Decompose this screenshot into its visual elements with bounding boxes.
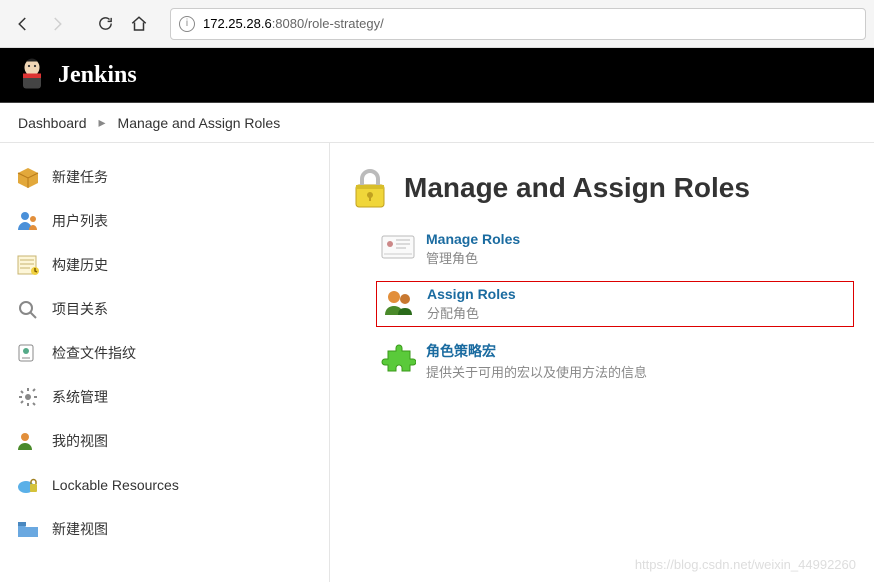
layout: 新建任务 用户列表 构建历史 项目关系 检查文件指纹 系统管理 我的视图 <box>0 143 874 582</box>
page-title: Manage and Assign Roles <box>404 172 750 204</box>
url-rest: :8080/role-strategy/ <box>272 16 384 31</box>
puzzle-icon <box>380 341 416 373</box>
sidebar-item-label: Lockable Resources <box>52 477 179 493</box>
url-host: 172.25.28.6 <box>203 16 272 31</box>
sidebar-item-build-history[interactable]: 构建历史 <box>16 243 313 287</box>
url-bar[interactable]: i 172.25.28.6:8080/role-strategy/ <box>170 8 866 40</box>
sidebar: 新建任务 用户列表 构建历史 项目关系 检查文件指纹 系统管理 我的视图 <box>0 143 330 582</box>
option-assign-roles[interactable]: Assign Roles 分配角色 <box>376 281 854 327</box>
fingerprint-icon <box>16 341 40 365</box>
option-link[interactable]: Assign Roles <box>427 286 516 302</box>
browser-toolbar: i 172.25.28.6:8080/role-strategy/ <box>0 0 874 48</box>
sidebar-item-fingerprint[interactable]: 检查文件指纹 <box>16 331 313 375</box>
back-button[interactable] <box>8 9 38 39</box>
sidebar-item-new-job[interactable]: 新建任务 <box>16 155 313 199</box>
option-desc: 提供关于可用的宏以及使用方法的信息 <box>426 362 647 381</box>
myview-icon <box>16 429 40 453</box>
people-icon <box>381 286 417 318</box>
sidebar-item-user-list[interactable]: 用户列表 <box>16 199 313 243</box>
brand-title[interactable]: Jenkins <box>58 62 137 89</box>
sidebar-item-label: 新建视图 <box>52 519 108 539</box>
sidebar-item-label: 系统管理 <box>52 387 108 407</box>
option-manage-roles[interactable]: Manage Roles 管理角色 <box>376 227 854 271</box>
home-button[interactable] <box>124 9 154 39</box>
sidebar-item-project-relation[interactable]: 项目关系 <box>16 287 313 331</box>
sidebar-item-label: 我的视图 <box>52 431 108 451</box>
sidebar-item-label: 检查文件指纹 <box>52 343 136 363</box>
box-icon <box>16 165 40 189</box>
history-icon <box>16 253 40 277</box>
sidebar-item-system-manage[interactable]: 系统管理 <box>16 375 313 419</box>
gear-icon <box>16 385 40 409</box>
badge-icon <box>380 231 416 263</box>
sidebar-item-my-view[interactable]: 我的视图 <box>16 419 313 463</box>
breadcrumb-sep: ▸ <box>99 114 106 131</box>
info-icon: i <box>179 16 195 32</box>
breadcrumb: Dashboard ▸ Manage and Assign Roles <box>0 103 874 143</box>
jenkins-logo-icon <box>16 57 48 93</box>
sidebar-item-label: 项目关系 <box>52 299 108 319</box>
option-link[interactable]: 角色策略宏 <box>426 341 647 361</box>
main-panel: Manage and Assign Roles Manage Roles 管理角… <box>330 143 874 582</box>
breadcrumb-dashboard[interactable]: Dashboard <box>18 115 87 131</box>
option-desc: 分配角色 <box>427 303 516 322</box>
reload-button[interactable] <box>90 9 120 39</box>
jenkins-header: Jenkins <box>0 48 874 103</box>
newview-icon <box>16 517 40 541</box>
lock-icon <box>350 167 390 209</box>
sidebar-item-new-view[interactable]: 新建视图 <box>16 507 313 551</box>
sidebar-item-label: 新建任务 <box>52 167 108 187</box>
sidebar-item-label: 用户列表 <box>52 211 108 231</box>
relation-icon <box>16 297 40 321</box>
option-role-macro[interactable]: 角色策略宏 提供关于可用的宏以及使用方法的信息 <box>376 337 854 385</box>
sidebar-item-label: 构建历史 <box>52 255 108 275</box>
option-desc: 管理角色 <box>426 248 520 267</box>
lockres-icon <box>16 473 40 497</box>
page-head: Manage and Assign Roles <box>350 167 854 209</box>
breadcrumb-manage-roles[interactable]: Manage and Assign Roles <box>118 115 281 131</box>
option-link[interactable]: Manage Roles <box>426 231 520 247</box>
user-icon <box>16 209 40 233</box>
forward-button[interactable] <box>42 9 72 39</box>
watermark: https://blog.csdn.net/weixin_44992260 <box>635 557 856 572</box>
sidebar-item-lockable-resources[interactable]: Lockable Resources <box>16 463 313 507</box>
